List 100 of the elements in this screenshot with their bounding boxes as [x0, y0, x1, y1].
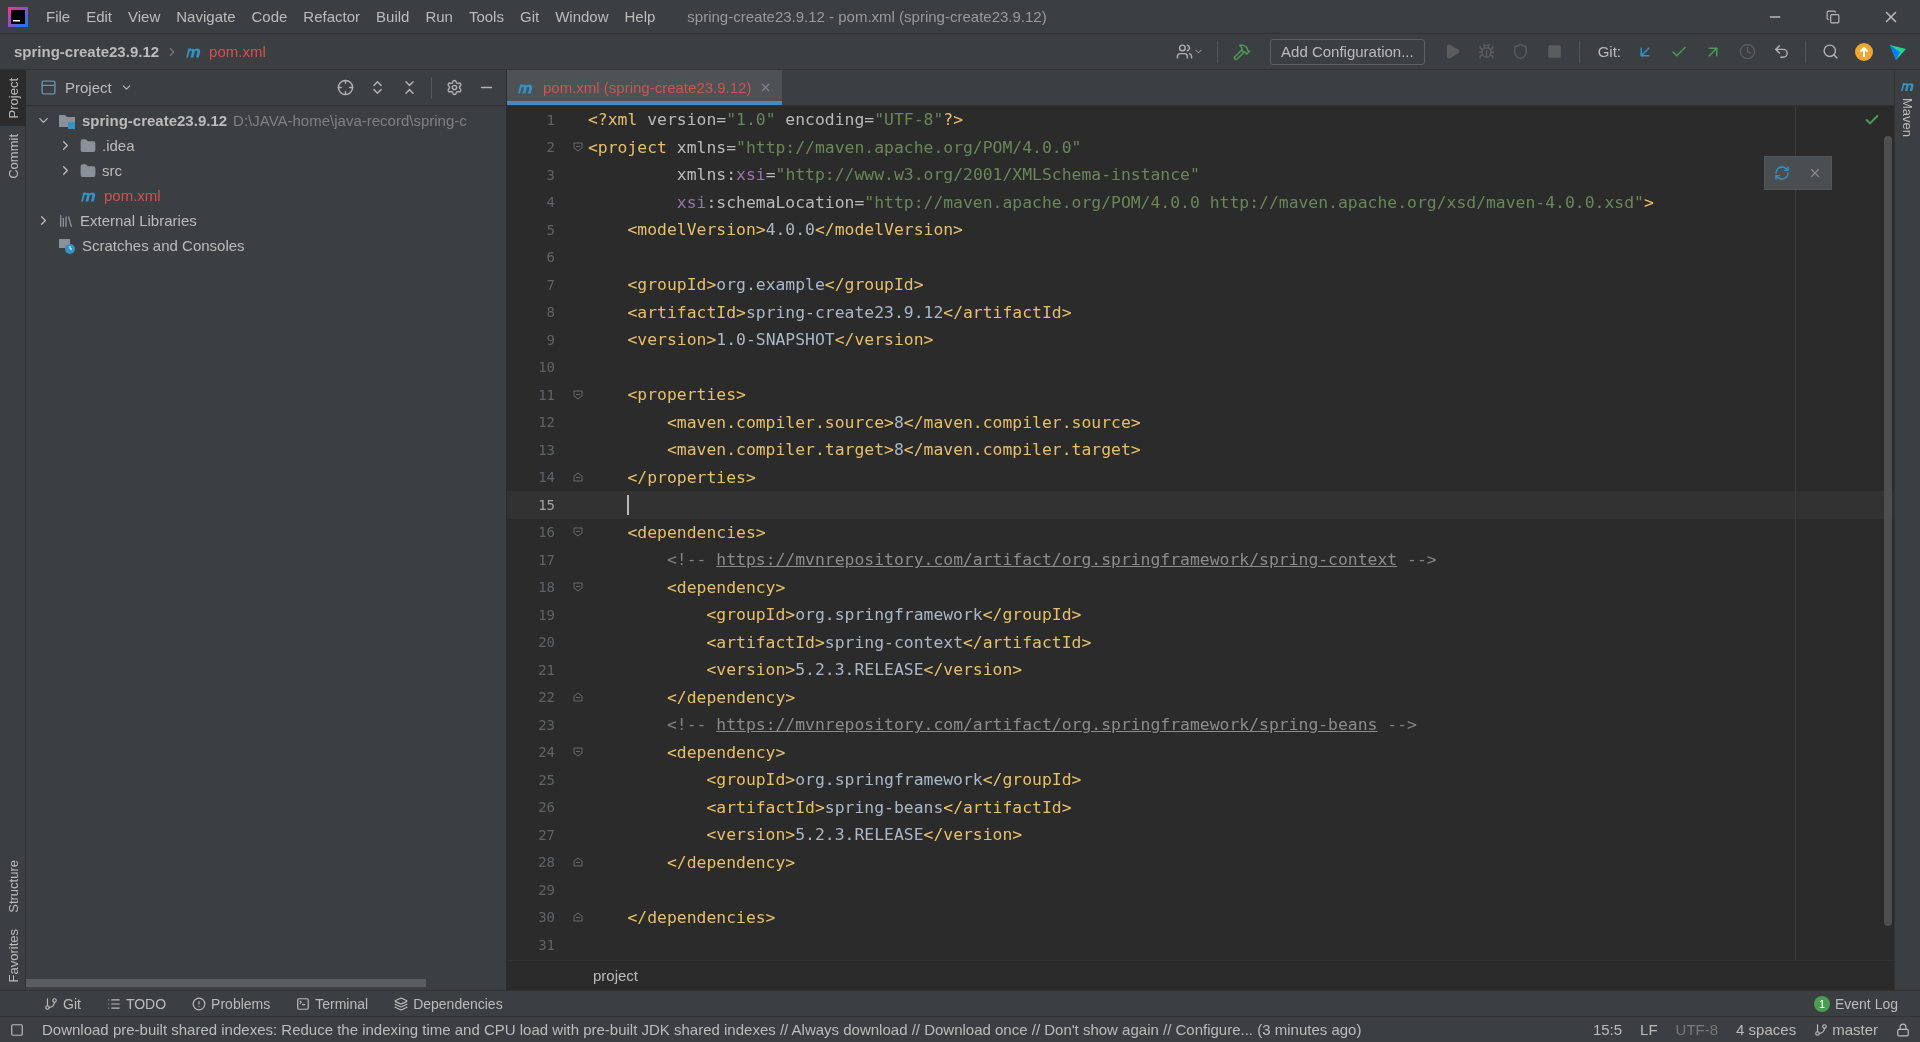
- tool-window-button[interactable]: Git: [34, 995, 91, 1012]
- menu-item[interactable]: Navigate: [168, 8, 244, 25]
- line-number: 9: [545, 331, 555, 348]
- tool-window-button[interactable]: Terminal: [286, 995, 379, 1012]
- text-caret: [627, 494, 630, 515]
- code-line: </dependency>: [665, 852, 796, 872]
- scrollbar-thumb[interactable]: [1884, 136, 1892, 926]
- fold-icon[interactable]: [572, 692, 583, 703]
- line-number: 23: [537, 716, 555, 733]
- menu-item[interactable]: Window: [547, 8, 617, 25]
- tree-item[interactable]: .idea: [102, 137, 135, 154]
- branch-icon: [1814, 1022, 1829, 1037]
- line-number: 13: [537, 441, 555, 458]
- library-icon: [58, 212, 74, 229]
- line-number: 3: [545, 166, 555, 183]
- code-line: <version>5.2.3.RELEASE</version>: [705, 825, 1023, 845]
- breadcrumb[interactable]: project: [593, 967, 639, 984]
- line-number: 27: [537, 826, 555, 843]
- maven-reload-icon[interactable]: [1774, 165, 1790, 181]
- scrollbar-thumb[interactable]: [26, 979, 426, 987]
- line-number: 7: [545, 276, 555, 293]
- tool-window-tab[interactable]: Project: [0, 70, 26, 127]
- menu-item[interactable]: Refactor: [295, 8, 369, 25]
- tree-item[interactable]: spring-create23.9.12: [82, 112, 228, 129]
- code-line: xsi:schemaLocation="http://maven.apache.org/POM/4.0.0 http://maven.apache.org/xsd/maven-4.0.0.xsd">: [675, 192, 1654, 212]
- code-line: <dependency>: [665, 742, 786, 762]
- folder-icon: [80, 137, 96, 154]
- menu-item[interactable]: Run: [417, 8, 461, 25]
- maven-icon: [1899, 80, 1916, 92]
- menu-item[interactable]: Edit: [78, 8, 121, 25]
- indent-setting[interactable]: 4 spaces: [1736, 1021, 1797, 1038]
- code-line: <properties>: [626, 385, 746, 405]
- line-number: 5: [545, 221, 555, 238]
- code-line: <artifactId>spring-create23.9.12</artifactId>: [626, 302, 1072, 322]
- line-number: 22: [537, 689, 555, 706]
- line-number: 30: [537, 909, 555, 926]
- menu-item[interactable]: Build: [368, 8, 418, 25]
- code-line: <artifactId>spring-beans</artifactId>: [705, 797, 1072, 817]
- fold-icon[interactable]: [572, 747, 583, 758]
- code-line: </dependencies>: [626, 907, 776, 927]
- line-number: 1: [545, 111, 555, 128]
- menu-item[interactable]: Git: [511, 8, 548, 25]
- tree-item[interactable]: Scratches and Consoles: [82, 237, 245, 254]
- line-number: 14: [537, 469, 555, 486]
- tool-window-tab[interactable]: Maven: [1894, 96, 1920, 140]
- code-line: </dependency>: [665, 687, 796, 707]
- code-line: <!-- https://mvnrepository.com/artifact/org.springframework/spring-beans -->: [665, 715, 1417, 735]
- window-title: spring-create23.9.12 - pom.xml (spring-create23.9.12): [687, 8, 1048, 25]
- status-message[interactable]: Download pre-built shared indexes: Reduce the indexing time and CPU load with pre-built JDK shared indexes // Always download // Download once // Don't show again // Configure... (3 minutes ago): [42, 1021, 1575, 1038]
- tree-item[interactable]: External Libraries: [80, 212, 197, 229]
- add-configuration-button[interactable]: Add Configuration...: [1270, 38, 1425, 65]
- line-number: 12: [537, 414, 555, 431]
- fold-icon[interactable]: [572, 142, 583, 153]
- dependencies-icon: [394, 996, 409, 1011]
- lock-icon: [1896, 1022, 1910, 1037]
- tree-item[interactable]: src: [102, 162, 122, 179]
- line-number: 25: [537, 771, 555, 788]
- line-number: 19: [537, 606, 555, 623]
- project-name[interactable]: spring-create23.9.12: [14, 43, 160, 60]
- tool-window-button[interactable]: Dependencies: [384, 995, 513, 1012]
- caret-position[interactable]: 15:5: [1592, 1021, 1623, 1038]
- status-toggle-icon: [10, 1022, 24, 1037]
- event-log-button[interactable]: 1 Event Log: [1803, 995, 1908, 1012]
- fold-icon[interactable]: [572, 912, 583, 923]
- git-icon: [44, 996, 58, 1011]
- project-view-dropdown[interactable]: Project: [40, 79, 133, 96]
- line-separator[interactable]: LF: [1640, 1021, 1658, 1038]
- line-number: 20: [537, 634, 555, 651]
- code-line: <artifactId>spring-context</artifactId>: [705, 632, 1092, 652]
- line-number: 18: [537, 579, 555, 596]
- tool-window-button[interactable]: TODO: [96, 995, 177, 1012]
- tool-window-tab[interactable]: Commit: [0, 126, 26, 188]
- link[interactable]: https://mvnrepository.com/artifact/org.springframework/spring-context: [716, 550, 1398, 570]
- code-line: <version>5.2.3.RELEASE</version>: [705, 660, 1023, 680]
- code-line: xmlns:xsi="http://www.w3.org/2001/XMLSchema-instance": [675, 165, 1200, 185]
- fold-icon[interactable]: [572, 582, 583, 593]
- link[interactable]: https://mvnrepository.com/artifact/org.springframework/spring-beans: [716, 715, 1378, 735]
- fold-icon[interactable]: [572, 527, 583, 538]
- tool-window-tab[interactable]: Favorites: [0, 920, 26, 990]
- fold-icon[interactable]: [572, 472, 583, 483]
- tool-window-tab[interactable]: Structure: [0, 851, 26, 921]
- fold-icon[interactable]: [572, 857, 583, 868]
- line-number: 8: [545, 304, 555, 321]
- code-line: <dependencies>: [626, 522, 766, 542]
- fold-icon[interactable]: [572, 389, 583, 400]
- close-icon[interactable]: [1808, 166, 1822, 180]
- line-number: 11: [537, 386, 555, 403]
- tool-window-button[interactable]: Problems: [182, 995, 281, 1012]
- code-line: </properties>: [626, 467, 756, 487]
- code-line: <?xml version="1.0" encoding="UTF-8"?>: [588, 110, 963, 130]
- line-number: 16: [537, 524, 555, 541]
- restore-icon[interactable]: [1826, 9, 1840, 24]
- menu-item[interactable]: File: [38, 8, 79, 25]
- code-line: <maven.compiler.target>8</maven.compiler.target>: [665, 440, 1141, 460]
- menu-item[interactable]: Code: [243, 8, 296, 25]
- git-branch[interactable]: master: [1832, 1021, 1878, 1038]
- menu-item[interactable]: View: [120, 8, 169, 25]
- menu-item[interactable]: Help: [616, 8, 664, 25]
- menu-item[interactable]: Tools: [460, 8, 512, 25]
- folder-icon: [80, 162, 96, 179]
